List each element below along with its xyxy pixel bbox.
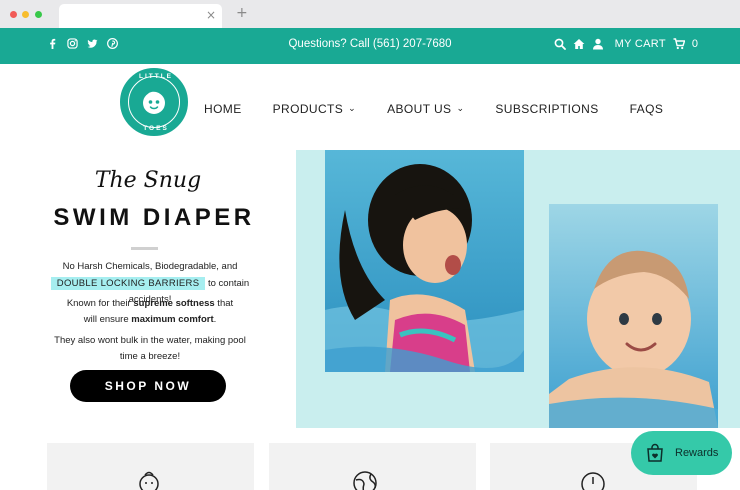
nav-item-label: HOME (204, 102, 242, 116)
text-span: that (214, 298, 234, 309)
nav-item-label: FAQS (629, 102, 664, 116)
toddler-swimming-photo (325, 150, 524, 372)
shop-now-button[interactable]: SHOP NOW (70, 370, 226, 402)
globe-icon (353, 471, 377, 490)
maximize-window-dot[interactable] (35, 11, 42, 18)
feature-card-2 (269, 443, 476, 490)
cart-label[interactable]: MY CART (615, 38, 666, 50)
hero-script-text: The Snug (95, 168, 201, 193)
nav-item-label: SUBSCRIPTIONS (495, 102, 599, 116)
toddler-photo-illustration (325, 150, 524, 372)
cart-count: 0 (691, 38, 698, 50)
bold-text: supreme softness (133, 298, 215, 309)
home-icon[interactable] (573, 38, 585, 50)
text-span: will ensure (83, 314, 132, 325)
hero-copy-line4: will ensure maximum comfort. (30, 312, 270, 328)
feature-card-1 (47, 443, 254, 490)
rewards-label: Rewards (675, 447, 719, 459)
nav-item-subscriptions[interactable]: SUBSCRIPTIONS (495, 102, 598, 116)
chevron-down-icon: ⌄ (456, 104, 465, 114)
rewards-button[interactable]: Rewards (631, 431, 732, 475)
nav-item-label: ABOUT US (387, 102, 452, 116)
hero-script-title: The Snug (95, 168, 201, 193)
nav-item-products[interactable]: PRODUCTS ⌄ (273, 102, 357, 116)
top-right-actions: MY CART 0 (554, 38, 698, 50)
close-window-dot[interactable] (10, 11, 17, 18)
baby-icon (139, 471, 159, 490)
nav-item-home[interactable]: HOME (204, 102, 242, 116)
clock-icon (581, 472, 605, 490)
logo-text-bottom: TOES (143, 125, 169, 132)
browser-chrome: × + (0, 0, 740, 28)
top-bar: Questions? Call (561) 207-7680 MY CART 0 (0, 28, 740, 64)
shopping-bag-heart-icon (647, 443, 663, 462)
hero-divider (131, 247, 158, 250)
baby-photo-illustration (549, 204, 718, 428)
tab-close-icon[interactable]: × (206, 8, 216, 22)
bold-text: maximum comfort (131, 314, 214, 325)
cart-icon[interactable] (673, 38, 685, 50)
hero-copy-line5: They also wont bulk in the water, making… (54, 335, 246, 346)
minimize-window-dot[interactable] (22, 11, 29, 18)
main-nav: HOME PRODUCTS ⌄ ABOUT US ⌄ SUBSCRIPTIONS… (204, 102, 694, 116)
baby-swimming-photo (549, 204, 718, 428)
hero-title: SWIM DIAPER (53, 204, 255, 231)
search-icon[interactable] (554, 38, 566, 50)
site-logo[interactable]: LITTLE TOES (120, 68, 188, 136)
text-span: . (213, 314, 217, 325)
browser-tab[interactable]: × (59, 4, 222, 28)
hero-copy-line6: time a breeze! (119, 351, 181, 362)
baby-face-icon (143, 91, 165, 114)
text-span: Known for their (66, 298, 134, 309)
new-tab-icon[interactable]: + (236, 5, 248, 21)
hero-copy-line1: No Harsh Chemicals, Biodegradable, and (62, 261, 238, 272)
feature-highlight: DOUBLE LOCKING BARRIERS (50, 277, 206, 290)
nav-item-about-us[interactable]: ABOUT US ⌄ (387, 102, 464, 116)
chevron-down-icon: ⌄ (348, 104, 357, 114)
hero-copy-line3: Known for their supreme softness that (30, 296, 270, 312)
nav-item-faqs[interactable]: FAQS (630, 102, 664, 116)
account-icon[interactable] (592, 38, 604, 50)
nav-item-label: PRODUCTS (272, 102, 344, 116)
